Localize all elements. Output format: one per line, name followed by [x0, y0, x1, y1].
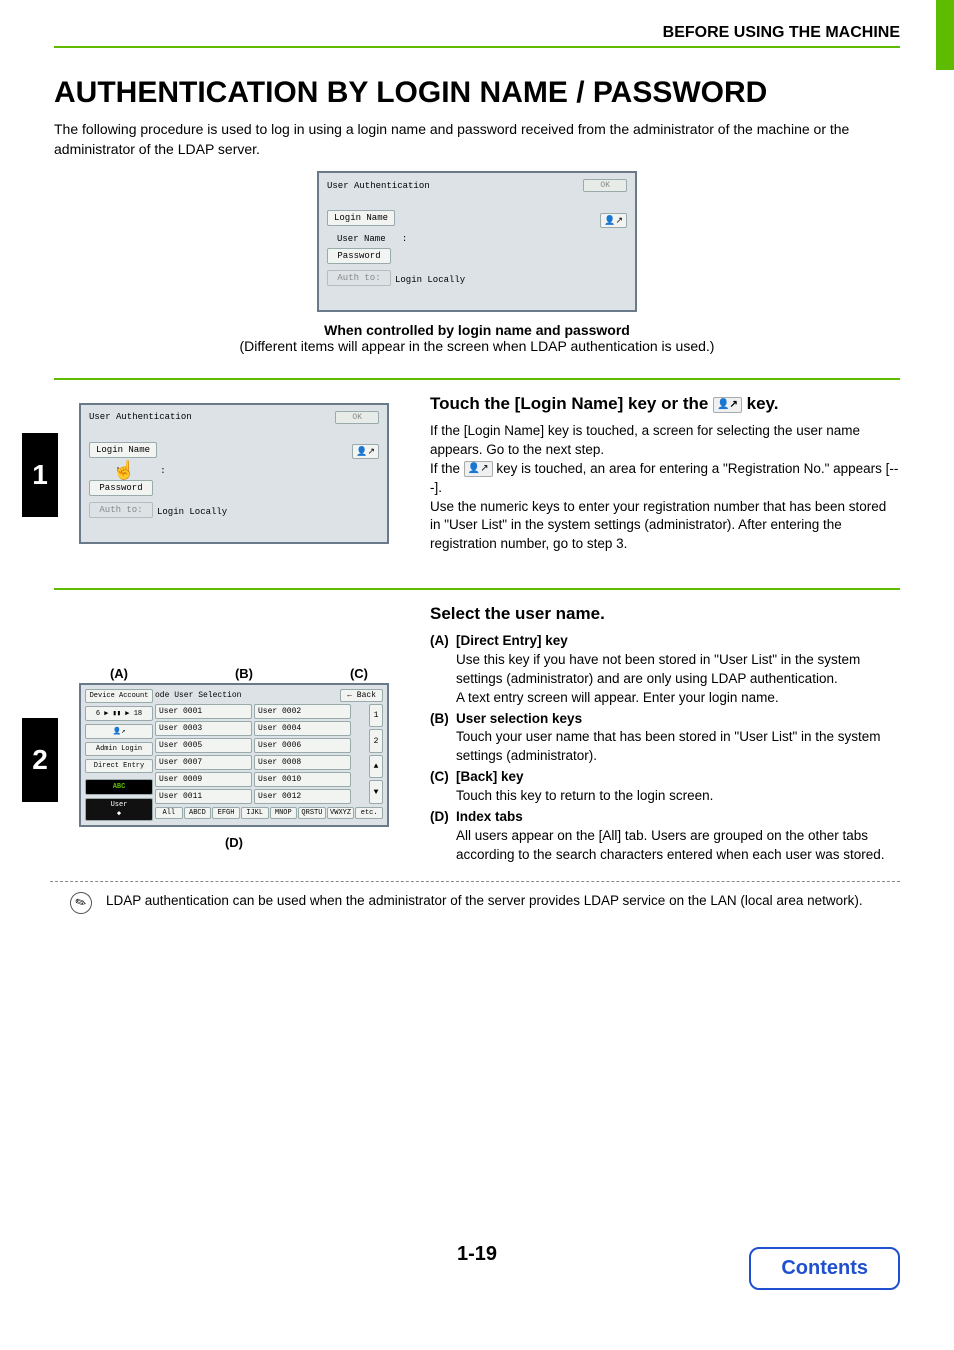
mock-title: User Authentication [327, 181, 430, 191]
scroll-up-icon: ▲ [369, 755, 383, 779]
caption-bold: When controlled by login name and passwo… [54, 322, 900, 338]
ok-button: OK [335, 411, 379, 424]
step-2-number: 2 [22, 718, 58, 802]
password-button: Password [89, 480, 153, 496]
user-key: User 0007 [155, 755, 252, 770]
user-arrow-icon: 👤↗ [352, 444, 379, 459]
user-arrow-icon: 👤↗ [85, 724, 153, 739]
index-tab: IJKL [241, 807, 269, 819]
hand-cursor-icon: ☝ [113, 460, 135, 481]
user-key: User 0003 [155, 721, 252, 736]
auth-mockup-step1: User Authentication OK Login Name 👤↗ ☝ U… [79, 403, 389, 544]
device-account: Device Account [85, 689, 153, 703]
admin-login-button: Admin Login [85, 742, 153, 756]
section-tab [936, 0, 954, 70]
user-key: User 0012 [254, 789, 351, 804]
dashed-separator [50, 881, 900, 882]
auth-mockup-top: User Authentication OK Login Name 👤↗ Use… [317, 171, 637, 312]
page-title: AUTHENTICATION BY LOGIN NAME / PASSWORD [54, 76, 900, 110]
user-arrow-icon: 👤↗ [713, 397, 742, 413]
login-name-button: Login Name [327, 210, 395, 226]
step-1: 1 User Authentication OK Login Name 👤↗ ☝ [54, 378, 900, 570]
user-arrow-icon: 👤↗ [464, 461, 493, 477]
index-tab: EFGH [212, 807, 240, 819]
caption-note: (Different items will appear in the scre… [54, 338, 900, 354]
index-tab: MNOP [270, 807, 298, 819]
user-key: User 0010 [254, 772, 351, 787]
step1-text1: If the [Login Name] key is touched, a sc… [430, 422, 900, 460]
step-2-heading: Select the user name. [430, 602, 900, 626]
def-b-text: Touch your user name that has been store… [456, 729, 881, 763]
label-c: (C) [329, 666, 389, 681]
user-arrow-icon: 👤↗ [600, 213, 627, 228]
page-1: 1 [369, 704, 383, 728]
label-b: (B) [159, 666, 329, 681]
def-b-title: User selection keys [456, 711, 582, 726]
auth-to-button: Auth to: [327, 270, 391, 286]
user-key: User 0011 [155, 789, 252, 804]
index-tab: QRSTU [298, 807, 326, 819]
user-key: User 0008 [254, 755, 351, 770]
def-c-title: [Back] key [456, 769, 524, 784]
user-key: User 0005 [155, 738, 252, 753]
pencil-icon: ✎ [66, 888, 95, 917]
ok-button: OK [583, 179, 627, 192]
user-key: User 0004 [254, 721, 351, 736]
step-1-number: 1 [22, 433, 58, 517]
scroll-down-icon: ▼ [369, 780, 383, 804]
step-1-heading: Touch the [Login Name] key or the 👤↗ key… [430, 392, 900, 416]
breadcrumb: 6 ▶ ▮▮ ▶ 18 [85, 706, 153, 721]
selection-title: ode User Selection [155, 691, 241, 700]
def-a-text: Use this key if you have not been stored… [456, 652, 860, 686]
user-name-label: User Name [337, 234, 386, 244]
index-tab: ABCD [184, 807, 212, 819]
user-sort-button: User◆ [85, 798, 153, 821]
user-key: User 0009 [155, 772, 252, 787]
contents-button[interactable]: Contents [749, 1247, 900, 1290]
def-a-title: [Direct Entry] key [456, 633, 568, 648]
index-tab: VWXYZ [327, 807, 355, 819]
index-tab: etc. [355, 807, 383, 819]
step-2: 2 (A) (B) (C) Device Account 6 ▶ ▮▮ ▶ 18… [54, 588, 900, 929]
step1-text2: If the 👤↗ key is touched, an area for en… [430, 460, 900, 498]
auth-to-button: Auth to: [89, 502, 153, 518]
def-c-text: Touch this key to return to the login sc… [456, 788, 713, 803]
abc-button: ABC [85, 779, 153, 795]
password-button: Password [327, 248, 391, 264]
label-a: (A) [79, 666, 159, 681]
user-key: User 0001 [155, 704, 252, 719]
page-2: 2 [369, 729, 383, 753]
ldap-note: LDAP authentication can be used when the… [106, 892, 863, 911]
index-tab: All [155, 807, 183, 819]
def-d-text: All users appear on the [All] tab. Users… [456, 828, 885, 862]
user-key: User 0002 [254, 704, 351, 719]
header-section: BEFORE USING THE MACHINE [54, 24, 900, 42]
back-button: ← Back [340, 689, 383, 702]
user-key: User 0006 [254, 738, 351, 753]
label-d: (D) [79, 835, 389, 850]
direct-entry-button: Direct Entry [85, 759, 153, 773]
login-name-button: Login Name [89, 442, 157, 458]
user-select-mockup: Device Account 6 ▶ ▮▮ ▶ 18 👤↗ Admin Logi… [79, 683, 389, 827]
def-d-title: Index tabs [456, 809, 523, 824]
step1-text3: Use the numeric keys to enter your regis… [430, 498, 900, 555]
header-divider [54, 46, 900, 48]
auth-target: Login Locally [395, 275, 465, 285]
intro-text: The following procedure is used to log i… [54, 120, 900, 159]
